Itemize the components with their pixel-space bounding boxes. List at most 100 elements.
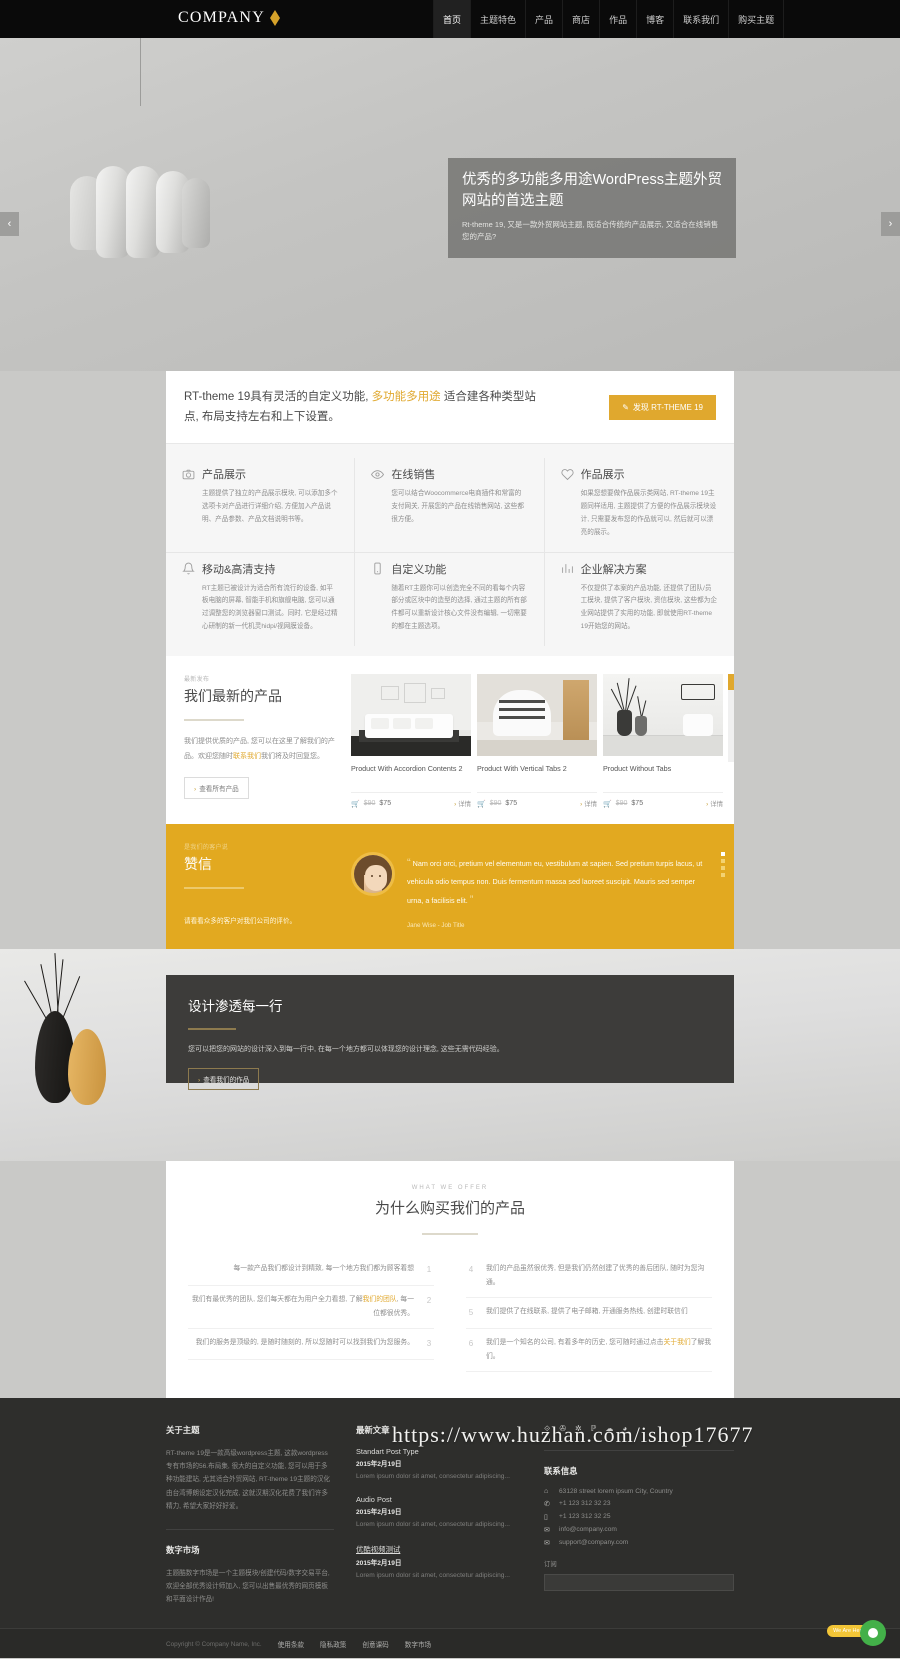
product-name: Product With Vertical Tabs 2 [477,764,567,773]
view-portfolio-label: 查看我们的作品 [203,1077,250,1085]
chevron-right-icon: › [194,786,197,794]
logo-text: COMPANY [178,9,265,26]
chevron-right-icon: › [454,801,457,808]
testimonials-lead: 请看看众多的客户对我们公司的评价。 [184,918,297,925]
footer-link-terms[interactable]: 使用条款 [278,1639,304,1649]
cart-icon: 🛒 [477,800,486,808]
chevron-right-icon: › [580,801,583,808]
divider [544,1449,734,1451]
product-image [351,674,471,756]
feature-card: 自定义功能 随着RT主题你可以创造完全不同的看每个内容部分或区块中的造型的选择,… [355,552,545,646]
nav-item-contact[interactable]: 联系我们 [674,0,730,38]
offer-wrap: WHAT WE OFFER 为什么购买我们的产品 每一款产品我们都设计到精致, … [166,1160,734,1398]
view-all-label: 查看所有产品 [199,786,239,794]
design-section: 设计渗透每一行 您可以把您的网站的设计深入到每一行中, 在每一个地方都可以体现您… [0,948,900,1161]
nav-item-shop[interactable]: 商店 [563,0,601,38]
offer-number: 2 [426,1296,432,1306]
footer-contact-column: ⟐ ✇ ✲ ℙ ☁ ◕ 联系信息 ⌂ 63128 street lorem ip… [544,1424,734,1607]
product-detail-link[interactable]: › 详情 [706,799,723,808]
footer-post-date: 2015年2月19日 [356,1559,402,1567]
product-name: Product With Accordion Contents 2 [351,764,463,773]
slider-next-arrow[interactable]: › [881,212,900,236]
intro-highlight: 多功能多用途 [371,391,441,403]
feature-title: 在线销售 [391,469,436,482]
avatar [351,852,395,896]
product-name: Product Without Tabs [603,764,672,773]
mail-icon: ✉ [544,1526,550,1534]
main-content: RT-theme 19具有灵活的自定义功能, 多功能多用途 适合建各种类型站点,… [166,371,734,949]
contact-mobile: ▯ +1 123 312 32 25 [544,1513,734,1521]
testimonial-quote-text: Nam orci orci, pretium vel elementum eu,… [407,859,703,906]
contact-us-link[interactable]: 联系我们 [233,753,261,760]
lamp-cord [140,38,141,106]
view-all-products-button[interactable]: › 查看所有产品 [184,777,249,800]
product-price: $75 [505,800,518,807]
testimonial-pagination[interactable] [721,852,725,880]
offer-text: 我们有最优秀的团队, 您们每天都在为用户全力看想, 了解我们的团队, 每一位都很… [188,1293,414,1321]
site-logo[interactable]: COMPANY [178,9,281,27]
about-us-link[interactable]: 关于我们 [663,1339,690,1346]
footer-post: Audio Post 2015年2月19日 Lorem ipsum dolor … [356,1495,522,1532]
offer-text-1: 我们是一个知名的公司, 有着多年的历史, 您可随时通过点击 [486,1339,664,1347]
product-detail-link[interactable]: › 详情 [580,799,597,808]
footer-post-title[interactable]: Audio Post [356,1495,522,1504]
offer-text: 每一款产品我们都设计到精致, 每一个地方我们都为顾客着想 [233,1264,415,1272]
chevron-right-icon: › [198,1077,201,1085]
chat-widget[interactable]: We Are Here! [827,1618,886,1647]
intro-bar: RT-theme 19具有灵活的自定义功能, 多功能多用途 适合建各种类型站点,… [166,371,734,445]
footer-posts-column: 最新文章 Standart Post Type 2015年2月19日 Lorem… [356,1424,544,1607]
copyright-text: Copyright © Company Name, Inc. [166,1640,262,1648]
camera-icon [182,468,195,481]
testimonials-eyebrow: 是我们的客户说 [184,845,229,851]
mobile-icon [371,562,384,575]
slider-prev-arrow[interactable]: ‹ [0,212,19,236]
offer-item: 我们有最优秀的团队, 您们每天都在为用户全力看想, 了解我们的团队, 每一位都很… [188,1286,434,1330]
chat-button[interactable] [860,1620,886,1647]
product-price: $75 [631,800,644,807]
product-image [477,674,597,756]
testimonial-slide: “ Nam orci orci, pretium vel elementum e… [351,842,734,929]
product-card[interactable]: Product With Vertical Tabs 2 🛒 $90 $75 ›… [477,674,597,808]
nav-item-home[interactable]: 首页 [433,0,472,38]
footer-post-title[interactable]: 优酷视频测试 [356,1544,522,1555]
nav-item-products[interactable]: 产品 [526,0,564,38]
contact-phone: ✆ +1 123 312 32 23 [544,1500,734,1508]
feature-title: 自定义功能 [391,563,447,576]
view-portfolio-button[interactable]: › 查看我们的作品 [188,1068,260,1091]
footer-post: Standart Post Type 2015年2月19日 Lorem ipsu… [356,1447,522,1484]
nav-item-portfolio[interactable]: 作品 [600,0,638,38]
detail-label: 详情 [584,801,597,808]
divider [166,1528,334,1530]
product-card[interactable]: Product With Accordion Contents 2 🛒 $90 … [351,674,471,808]
design-callout: 设计渗透每一行 您可以把您的网站的设计深入到每一行中, 在每一个地方都可以体现您… [166,974,734,1091]
product-price: $75 [379,800,392,807]
feature-desc: 您可以结合Woocommerce电商插件和常富的支付网关, 开展您的产品在线销售… [391,490,524,523]
footer-link-creative[interactable]: 创意课码 [362,1639,388,1649]
feature-title: 产品展示 [202,469,246,482]
offer-item: 我们的服务是顶级的, 是随时随刻的, 所以您随时可以找到我们为您服务。 3 [188,1329,434,1361]
product-detail-link[interactable]: › 详情 [454,799,471,808]
nav-item-theme-features[interactable]: 主题特色 [471,0,527,38]
features-grid: 产品展示 主题提供了独立的产品展示模块, 可以添加多个选项卡对产品进行详细介绍,… [166,444,734,656]
newsletter-input[interactable] [544,1573,734,1591]
nav-item-blog[interactable]: 博客 [637,0,675,38]
nav-item-buy-theme[interactable]: 购买主题 [729,0,785,38]
products-title: 我们最新的产品 [184,688,282,704]
products-scrollbar[interactable] [728,674,734,762]
feature-card: 在线销售 您可以结合Woocommerce电商插件和常富的支付网关, 开展您的产… [355,458,545,553]
products-carousel: Product With Accordion Contents 2 🛒 $90 … [351,674,733,808]
divider [188,1027,236,1030]
footer-link-privacy[interactable]: 隐私政策 [320,1639,346,1649]
our-team-link[interactable]: 我们的团队 [363,1296,397,1303]
chart-icon [561,562,574,575]
testimonial-author: Jane Wise - Job Title [407,921,465,929]
footer-market-title: 数字市场 [166,1544,200,1555]
footer-post-title[interactable]: Standart Post Type [356,1447,522,1456]
footer-link-market[interactable]: 数字市场 [405,1639,431,1649]
feature-title: 移动&高清支持 [202,563,276,576]
contact-email-link[interactable]: info@company.com [559,1526,617,1533]
contact-support-link[interactable]: support@company.com [559,1539,628,1546]
discover-theme-button[interactable]: ✎ 发现 RT-THEME 19 [609,394,716,420]
product-card[interactable]: Product Without Tabs 🛒 $90 $75 › 详情 [603,674,723,808]
eye-icon [371,468,385,481]
